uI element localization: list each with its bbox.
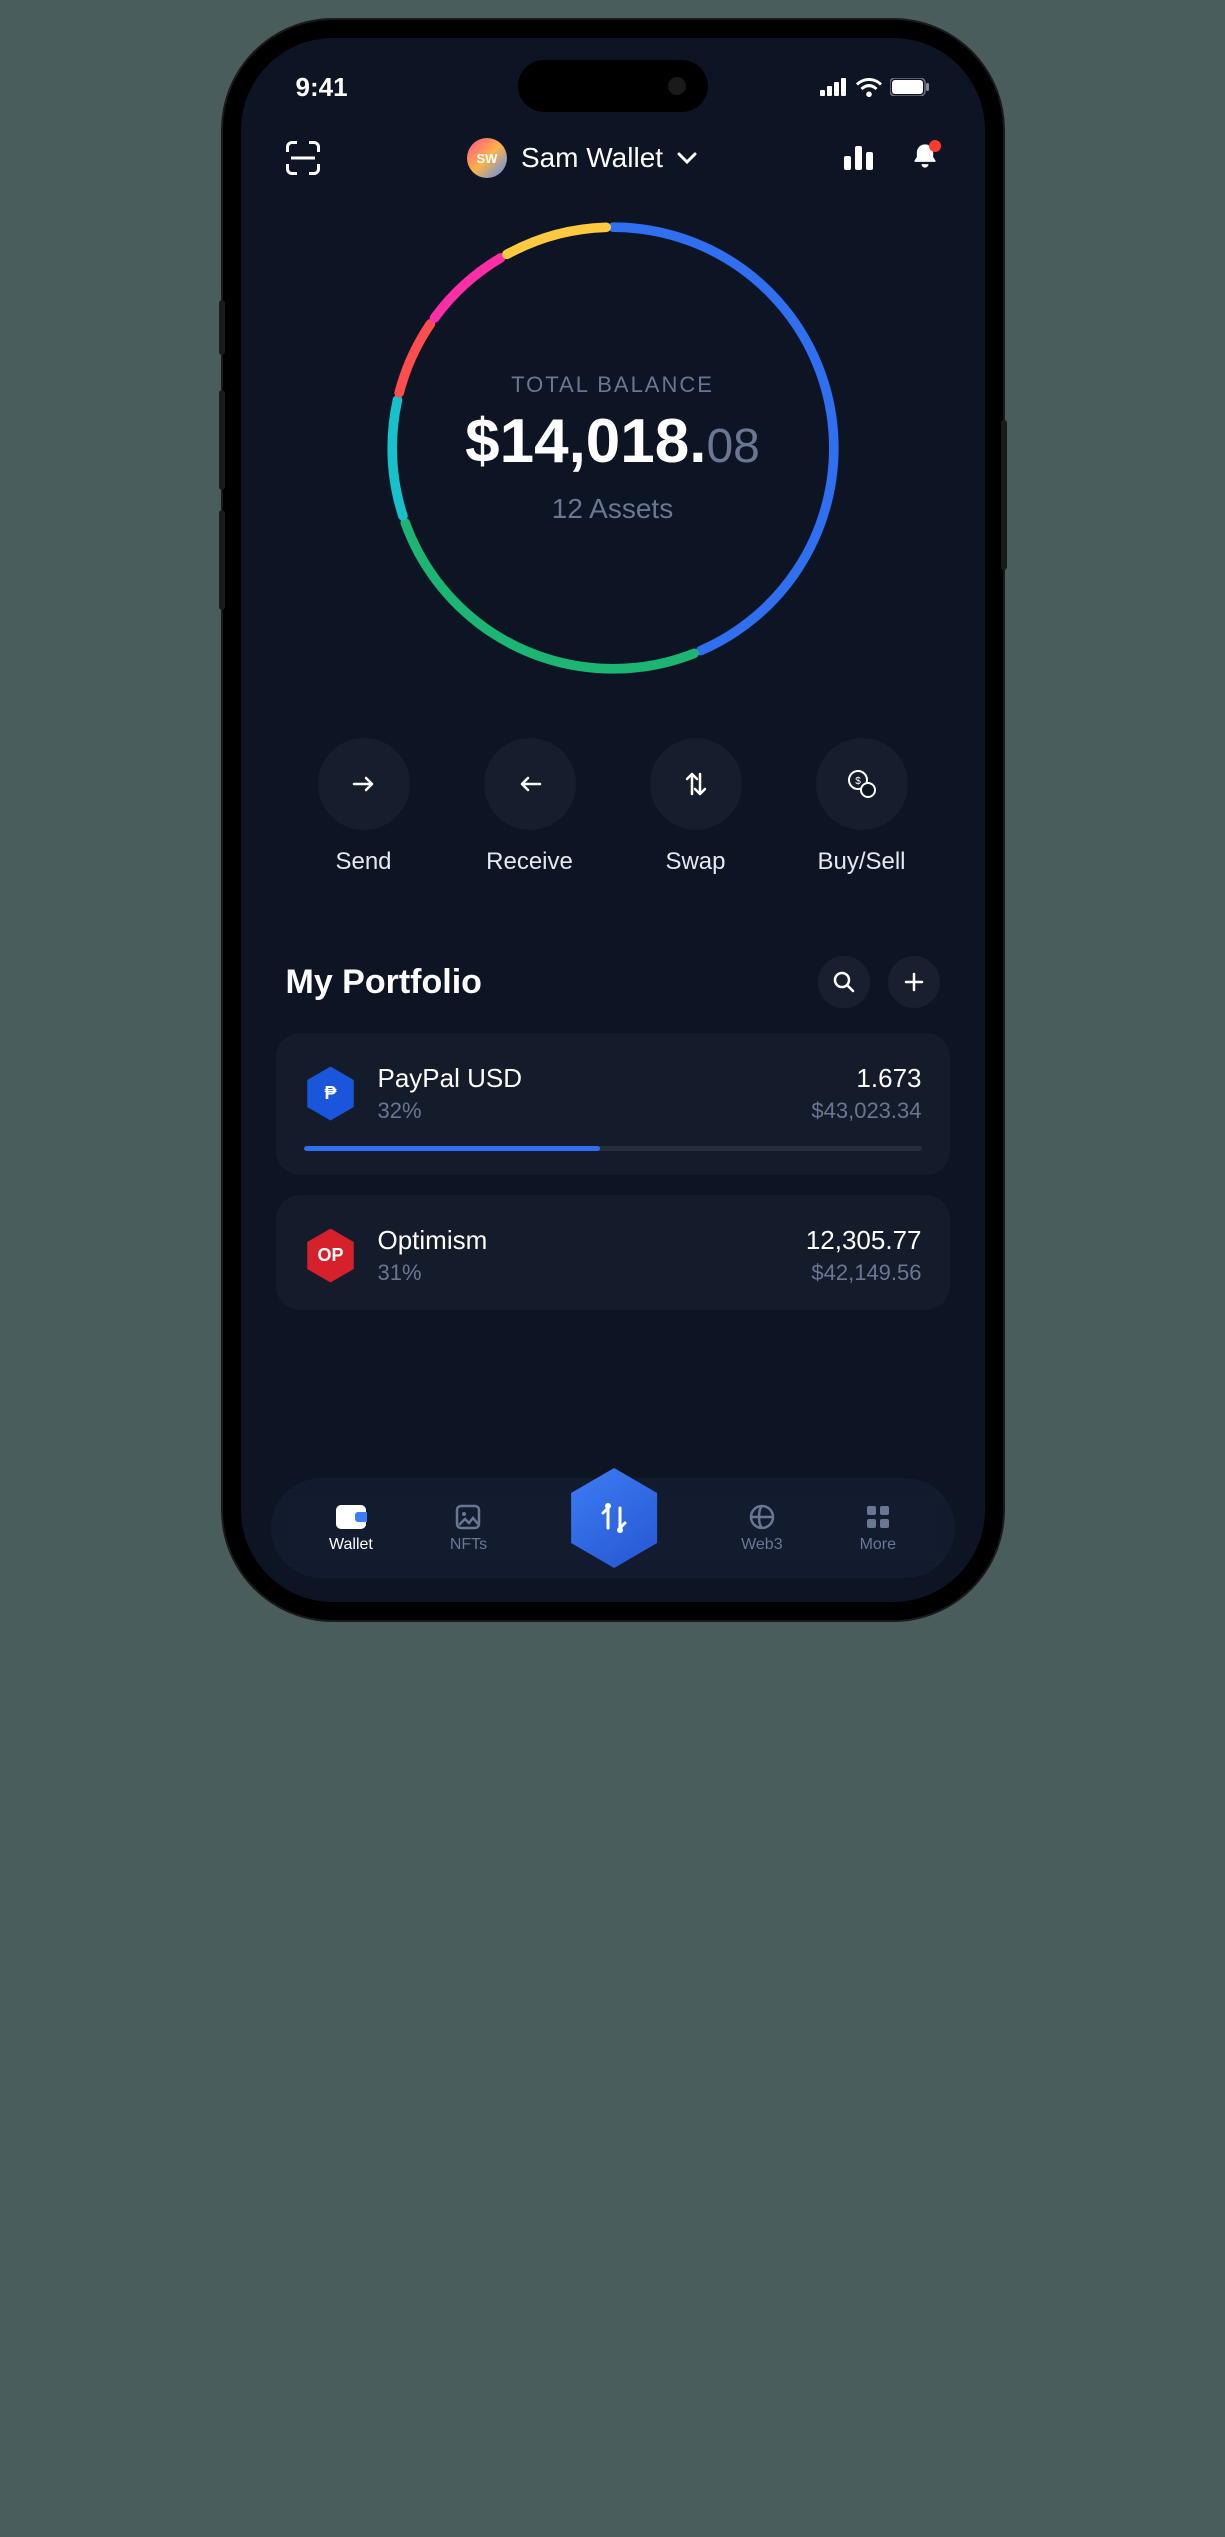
swap-icon [650,738,742,830]
balance-ring: TOTAL BALANCE $14,018.08 12 Assets [373,208,853,688]
svg-text:$: $ [855,776,861,787]
tab-bar: Wallet NFTs Web3 More [271,1478,955,1578]
asset-usd-value: $43,023.34 [811,1098,921,1124]
send-action[interactable]: Send [318,738,410,876]
notifications-icon[interactable] [911,142,939,175]
receive-label: Receive [486,848,573,876]
tab-nfts[interactable]: NFTs [450,1502,487,1554]
buysell-icon: $ [816,738,908,830]
send-icon [318,738,410,830]
cellular-icon [820,78,848,96]
asset-usd-value: $42,149.56 [806,1260,922,1286]
notch [518,60,708,112]
asset-icon: ₱ [304,1067,358,1121]
buysell-action[interactable]: $ Buy/Sell [816,738,908,876]
battery-icon [890,78,930,96]
side-button [1001,420,1007,570]
phone-frame: 9:41 SW Sam Wallet [223,20,1003,1620]
tab-label: Wallet [329,1536,373,1554]
asset-name: Optimism [378,1225,786,1256]
tab-more[interactable]: More [860,1502,896,1554]
asset-name: PayPal USD [378,1063,792,1094]
swap-action[interactable]: Swap [650,738,742,876]
tab-wallet[interactable]: Wallet [329,1502,373,1554]
wifi-icon [856,77,882,97]
notification-dot [929,140,941,152]
status-icons [820,77,930,97]
action-row: Send Receive Swap $ Buy/Sell [241,688,985,916]
asset-row[interactable]: OP Optimism 31% 12,305.77 $42,149.56 [276,1195,950,1310]
search-icon [832,970,856,994]
asset-row[interactable]: ₱ PayPal USD 32% 1.673 $43,023.34 [276,1033,950,1175]
screen: 9:41 SW Sam Wallet [241,38,985,1602]
grid-icon [863,1502,893,1532]
tab-web3[interactable]: Web3 [741,1502,783,1554]
image-icon [453,1502,483,1532]
header: SW Sam Wallet [241,108,985,188]
portfolio-actions [818,956,940,1008]
search-button[interactable] [818,956,870,1008]
side-button [219,300,225,355]
send-label: Send [335,848,391,876]
chevron-down-icon [677,152,697,164]
side-button [219,510,225,610]
portfolio-header: My Portfolio [241,916,985,1033]
swap-label: Swap [665,848,725,876]
tab-label: More [860,1536,896,1554]
asset-percentage: 32% [378,1098,792,1124]
asset-percentage: 31% [378,1260,786,1286]
buysell-label: Buy/Sell [817,848,905,876]
asset-quantity: 12,305.77 [806,1225,922,1256]
stats-icon[interactable] [844,146,873,170]
side-button [219,390,225,490]
plus-icon [902,970,926,994]
asset-progress [304,1146,922,1151]
tab-label: Web3 [741,1536,783,1554]
receive-action[interactable]: Receive [484,738,576,876]
wallet-selector[interactable]: SW Sam Wallet [467,138,697,178]
tab-center-swap[interactable] [564,1468,664,1568]
status-time: 9:41 [296,72,348,103]
receive-icon [484,738,576,830]
wallet-avatar: SW [467,138,507,178]
wallet-icon [336,1502,366,1532]
portfolio-title: My Portfolio [286,963,482,1002]
wallet-name: Sam Wallet [521,142,663,174]
asset-icon: OP [304,1229,358,1283]
tab-label: NFTs [450,1536,487,1554]
asset-quantity: 1.673 [811,1063,921,1094]
ring-chart [373,208,853,688]
header-actions [844,142,939,175]
swap-icon [594,1498,634,1538]
scan-icon[interactable] [286,141,320,175]
globe-icon [747,1502,777,1532]
add-button[interactable] [888,956,940,1008]
